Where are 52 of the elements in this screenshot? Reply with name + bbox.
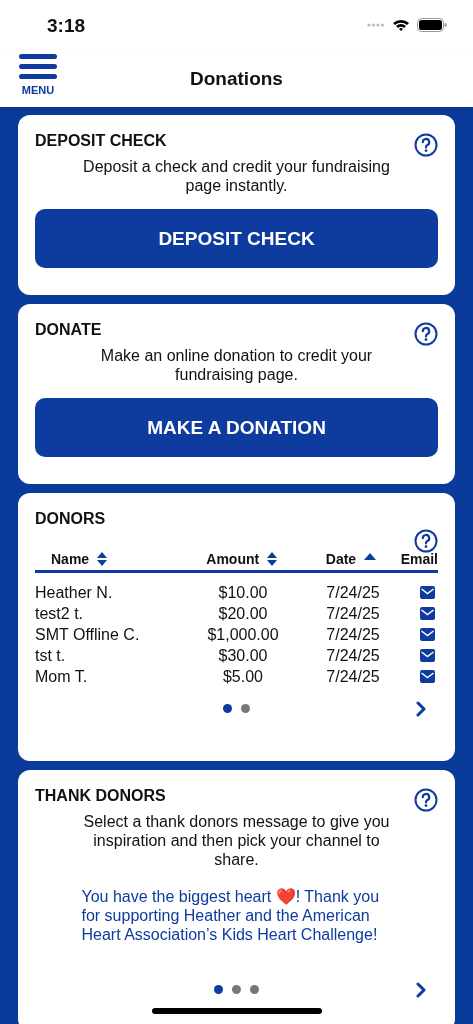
donation-amount: $30.00 xyxy=(217,646,269,666)
email-icon[interactable] xyxy=(420,607,435,620)
sort-icon[interactable] xyxy=(97,552,108,566)
column-header[interactable]: Name xyxy=(51,551,90,567)
page-title: Donations xyxy=(190,67,283,90)
email-icon[interactable] xyxy=(420,628,435,641)
status-time: 3:18 xyxy=(47,15,86,37)
page-dot[interactable] xyxy=(232,984,241,994)
email-icon[interactable] xyxy=(420,586,435,599)
card-description: Make an online donation to credit your fundraising page. xyxy=(99,346,374,384)
help-icon[interactable] xyxy=(414,788,438,812)
column-header[interactable]: Date xyxy=(325,551,357,567)
column-header[interactable]: Amount xyxy=(206,551,260,567)
column-header[interactable]: Email xyxy=(400,551,438,567)
email-icon[interactable] xyxy=(420,670,435,683)
signal-icon xyxy=(367,23,385,27)
donation-amount: $1,000.00 xyxy=(206,625,280,645)
card-title: THANK DONORS xyxy=(35,787,166,805)
help-icon[interactable] xyxy=(414,133,438,157)
menu-button[interactable]: MENU xyxy=(19,54,57,96)
donation-date: 7/24/25 xyxy=(325,667,381,687)
donation-date: 7/24/25 xyxy=(325,625,381,645)
wifi-icon xyxy=(392,18,410,32)
card-description: Deposit a check and credit your fundraising page instantly. xyxy=(82,157,391,195)
page-dot[interactable] xyxy=(241,703,250,713)
card-title: DONATE xyxy=(35,321,102,339)
battery-icon xyxy=(417,18,447,32)
card-description: Select a thank donors message to give you inspiration and then pick your channel to share. xyxy=(82,812,391,869)
email-icon[interactable] xyxy=(420,649,435,662)
donation-amount: $5.00 xyxy=(221,667,264,687)
donation-button[interactable]: MAKE A DONATION xyxy=(35,398,438,457)
donor-name: SMT Offline C. xyxy=(35,625,141,645)
donor-name: Heather N. xyxy=(35,583,114,603)
page-dot[interactable] xyxy=(214,984,223,994)
donation-date: 7/24/25 xyxy=(325,583,381,603)
donor-name: tst t. xyxy=(35,646,67,666)
donor-name: test2 t. xyxy=(35,604,85,624)
card-title: DONORS xyxy=(35,510,106,528)
donor-name: Mom T. xyxy=(35,667,89,687)
donation-date: 7/24/25 xyxy=(325,646,381,666)
card-title: DEPOSIT CHECK xyxy=(35,132,167,150)
help-icon[interactable] xyxy=(414,529,438,553)
deposit-check-button[interactable]: DEPOSIT CHECK xyxy=(35,209,438,268)
donation-amount: $10.00 xyxy=(217,583,269,603)
help-icon[interactable] xyxy=(414,322,438,346)
page-dot[interactable] xyxy=(223,703,232,713)
sort-ascending-icon[interactable] xyxy=(364,552,377,560)
donation-date: 7/24/25 xyxy=(325,604,381,624)
thank-you-message[interactable]: You have the biggest heart ❤! Thank you for supporting Heather and the American Heart Association’s Kids Heart Challenge! xyxy=(81,887,392,944)
page-dot[interactable] xyxy=(250,984,259,994)
sort-icon[interactable] xyxy=(267,552,278,566)
donation-amount: $20.00 xyxy=(217,604,269,624)
